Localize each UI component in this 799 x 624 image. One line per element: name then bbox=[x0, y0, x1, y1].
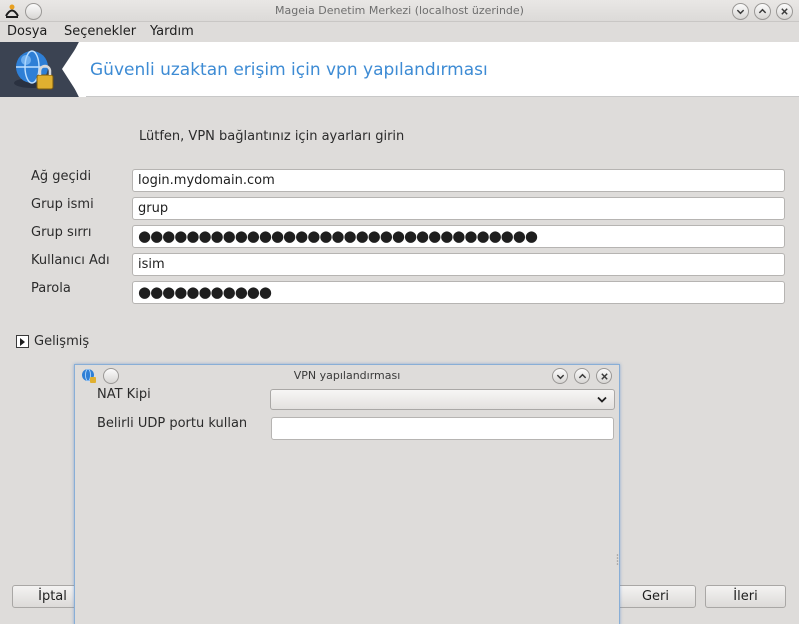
next-button[interactable]: İleri bbox=[705, 585, 786, 608]
header-banner: Güvenli uzaktan erişim için vpn yapıland… bbox=[0, 42, 799, 97]
window-title: Mageia Denetim Merkezi (localhost üzerin… bbox=[275, 4, 524, 17]
close-icon bbox=[600, 372, 608, 380]
close-icon bbox=[781, 8, 788, 15]
password-input[interactable]: ●●●●●●●●●●● bbox=[132, 281, 785, 304]
gateway-input[interactable]: login.mydomain.com bbox=[132, 169, 785, 192]
nat-mode-select[interactable] bbox=[270, 389, 615, 410]
dialog-titlebar: VPN yapılandırması bbox=[75, 365, 619, 387]
banner-arrow-shape bbox=[62, 42, 86, 97]
menu-help[interactable]: Yardım bbox=[150, 24, 194, 39]
advanced-expander[interactable]: Gelişmiş bbox=[16, 334, 89, 349]
dialog-close-button[interactable] bbox=[596, 368, 612, 384]
udp-port-input[interactable] bbox=[271, 417, 614, 440]
dialog-maximize-button[interactable] bbox=[574, 368, 590, 384]
chevron-down-icon bbox=[736, 9, 745, 15]
chevron-up-icon bbox=[758, 8, 767, 14]
menu-file[interactable]: Dosya bbox=[7, 24, 47, 39]
group-name-input[interactable]: grup bbox=[132, 197, 785, 220]
dialog-title: VPN yapılandırması bbox=[293, 369, 401, 382]
group-secret-label: Grup sırrı bbox=[31, 225, 92, 240]
intro-text: Lütfen, VPN bağlantınız için ayarları gi… bbox=[139, 129, 405, 144]
window-titlebar: Mageia Denetim Merkezi (localhost üzerin… bbox=[0, 0, 799, 22]
menu-bar: Dosya Seçenekler Yardım bbox=[0, 22, 799, 42]
resize-grip-icon[interactable] bbox=[616, 553, 619, 567]
back-button[interactable]: Geri bbox=[615, 585, 696, 608]
udp-port-label: Belirli UDP portu kullan bbox=[97, 416, 248, 431]
minimize-button[interactable] bbox=[732, 3, 749, 20]
password-label: Parola bbox=[31, 281, 71, 296]
username-input[interactable]: isim bbox=[132, 253, 785, 276]
maximize-button[interactable] bbox=[754, 3, 771, 20]
username-label: Kullanıcı Adı bbox=[31, 253, 110, 268]
advanced-label: Gelişmiş bbox=[34, 334, 90, 349]
expander-arrow-icon bbox=[16, 335, 29, 348]
group-secret-input[interactable]: ●●●●●●●●●●●●●●●●●●●●●●●●●●●●●●●●● bbox=[132, 225, 785, 248]
vpn-config-dialog: VPN yapılandırması NAT Kipi Belirli UDP … bbox=[74, 364, 620, 624]
menu-options[interactable]: Seçenekler bbox=[64, 24, 136, 39]
gateway-label: Ağ geçidi bbox=[31, 169, 92, 184]
chevron-down-icon bbox=[597, 396, 607, 403]
group-name-label: Grup ismi bbox=[31, 197, 94, 212]
dialog-minimize-button[interactable] bbox=[552, 368, 568, 384]
chevron-up-icon bbox=[578, 373, 586, 378]
vpn-globe-lock-icon bbox=[14, 50, 54, 90]
close-button[interactable] bbox=[776, 3, 793, 20]
nat-mode-label: NAT Kipi bbox=[97, 387, 151, 402]
page-title: Güvenli uzaktan erişim için vpn yapıland… bbox=[90, 60, 488, 80]
chevron-down-icon bbox=[556, 374, 564, 379]
